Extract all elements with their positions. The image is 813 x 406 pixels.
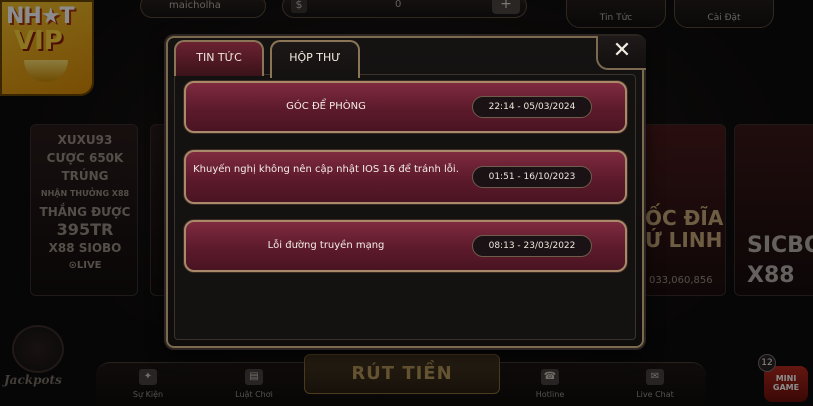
mail-title: Khuyến nghị không nên cập nhật IOS 16 để… (193, 164, 459, 175)
tab-mailbox[interactable]: HỘP THƯ (270, 40, 360, 78)
close-button[interactable]: ✕ (596, 36, 646, 70)
mail-item[interactable]: Lỗi đường truyền mạng 08:13 - 23/03/2022 (184, 220, 627, 272)
tab-mailbox-label: HỘP THƯ (289, 51, 341, 64)
mail-title: Lỗi đường truyền mạng (267, 240, 385, 251)
mail-timestamp: 01:51 - 16/10/2023 (472, 166, 592, 188)
mail-item[interactable]: Khuyến nghị không nên cập nhật IOS 16 để… (184, 150, 627, 204)
mail-title: GÓC ĐỂ PHÒNG (286, 101, 366, 112)
mail-item[interactable]: GÓC ĐỂ PHÒNG 22:14 - 05/03/2024 (184, 81, 627, 133)
close-icon: ✕ (612, 38, 632, 63)
mail-timestamp: 08:13 - 23/03/2022 (472, 235, 592, 257)
tab-news[interactable]: TIN TỨC (174, 40, 264, 76)
mail-timestamp: 22:14 - 05/03/2024 (472, 96, 592, 118)
tab-news-label: TIN TỨC (196, 51, 242, 64)
